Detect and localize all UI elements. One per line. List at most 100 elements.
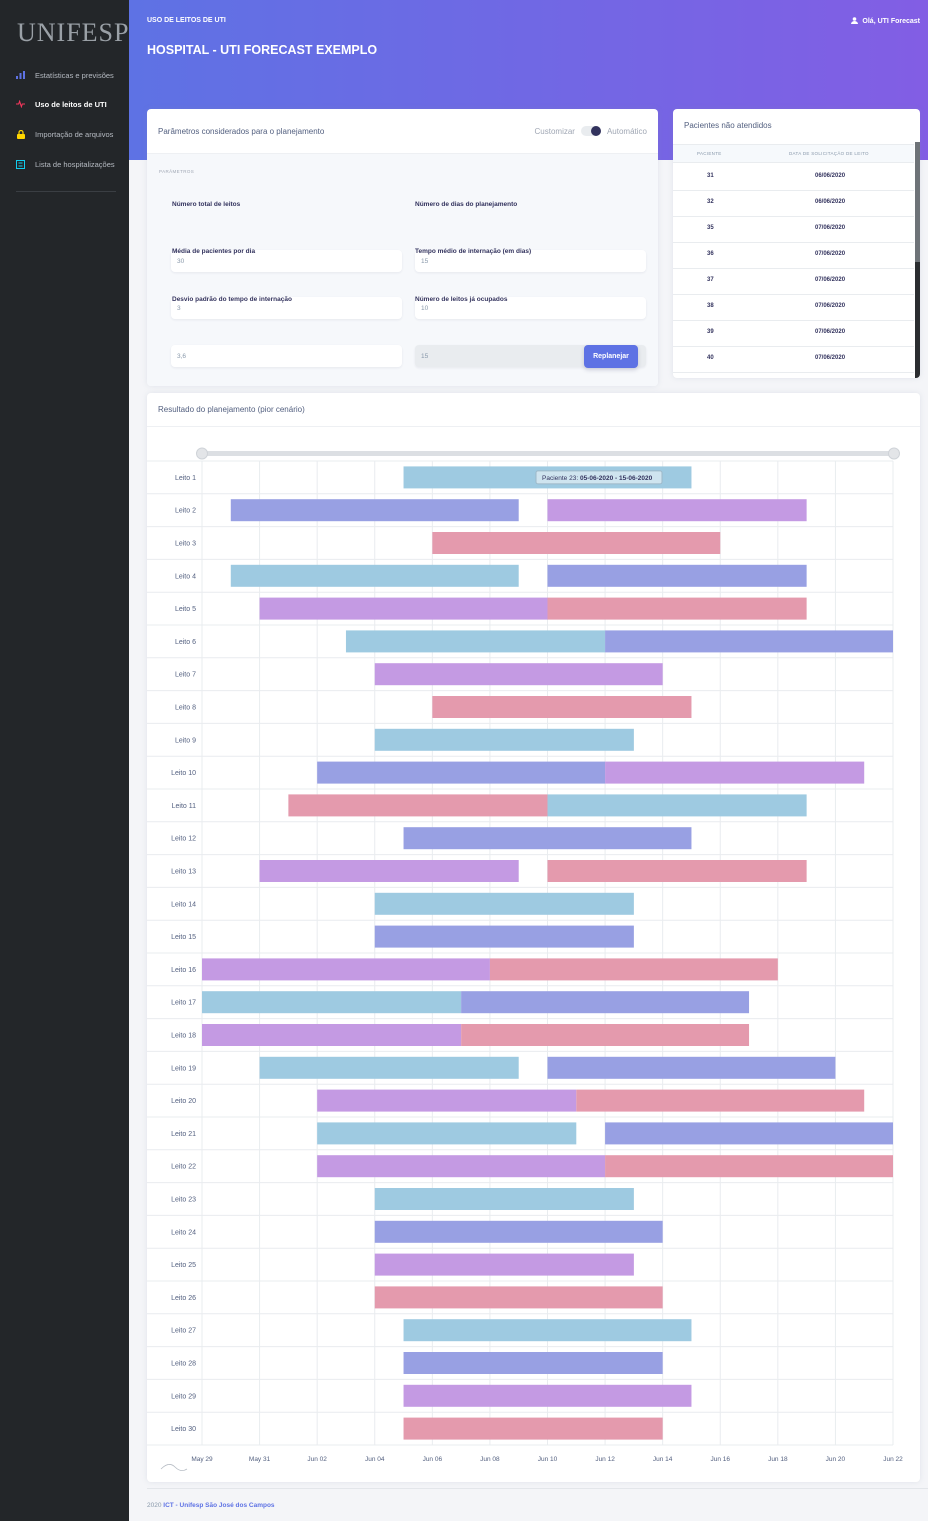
gantt-bar[interactable] [374, 728, 634, 751]
request-date: 07/06/2020 [815, 251, 846, 257]
x-tick-label: Jun 10 [538, 1456, 558, 1463]
gantt-bar[interactable] [432, 696, 692, 718]
gantt-bar[interactable] [403, 1417, 663, 1440]
gantt-bar[interactable] [317, 761, 606, 784]
range-slider-handle-start[interactable] [196, 447, 208, 460]
sidebar-item-estatisticas[interactable]: Estatísticas e previsões [0, 67, 129, 83]
gantt-bar[interactable] [374, 1220, 663, 1243]
gantt-bar[interactable] [605, 1122, 893, 1145]
sidebar-item-lista[interactable]: Lista de hospitalizações [0, 156, 129, 172]
gantt-bar[interactable] [230, 564, 519, 587]
gantt-bar[interactable] [547, 1056, 836, 1079]
toggle-label-automatico: Automático [606, 126, 647, 136]
gantt-bar[interactable] [489, 958, 778, 981]
gantt-bar[interactable] [317, 1089, 577, 1112]
params-section-label: PARÂMETROS [159, 169, 195, 174]
table-row[interactable]: 37 07/06/2020 [673, 268, 914, 295]
result-card: Resultado do planejamento (pior cenário)… [147, 393, 920, 1482]
row-label: Leito 4 [175, 573, 196, 580]
gantt-bar[interactable] [374, 925, 634, 948]
gantt-bar[interactable] [403, 1319, 692, 1342]
row-label: Leito 20 [171, 1098, 196, 1105]
patient-id: 36 [707, 251, 714, 257]
row-label: Leito 23 [171, 1197, 196, 1204]
x-tick-label: Jun 12 [595, 1456, 615, 1463]
sidebar-divider [16, 191, 116, 192]
params-card-title: Parâmetros considerados para o planejame… [158, 127, 325, 136]
sidebar-item-uso-leitos[interactable]: Uso de leitos de UTI [0, 96, 129, 112]
row-label: Leito 10 [171, 770, 196, 777]
gantt-bar[interactable] [432, 532, 721, 554]
gantt-bar[interactable] [374, 663, 663, 686]
table-row[interactable]: 31 06/06/2020 [673, 164, 914, 191]
desvio-padrao-input[interactable]: 3,6 [171, 345, 402, 367]
footer-link[interactable]: ICT - Unifesp São José dos Campos [163, 1502, 274, 1509]
patient-id: 35 [707, 225, 714, 231]
table-row[interactable]: 39 07/06/2020 [673, 320, 914, 347]
user-menu[interactable]: Olá, UTI Forecast [851, 17, 920, 26]
gantt-bar[interactable] [374, 1253, 634, 1276]
gantt-bar[interactable] [403, 1384, 692, 1407]
col-header-paciente: PACIENTE [697, 151, 722, 156]
gantt-bar[interactable] [230, 499, 519, 522]
row-label: Leito 17 [171, 1000, 196, 1007]
x-tick-label: Jun 14 [653, 1456, 673, 1463]
gantt-bar[interactable] [547, 564, 807, 587]
navigator-icon [160, 1464, 188, 1471]
x-tick-label: May 29 [191, 1456, 213, 1463]
gantt-bar[interactable] [547, 499, 807, 522]
gantt-bar[interactable] [576, 1089, 865, 1112]
gantt-bar[interactable] [202, 958, 490, 981]
x-tick-label: Jun 04 [365, 1456, 385, 1463]
gantt-bar[interactable] [547, 860, 807, 882]
user-icon [851, 17, 859, 26]
row-label: Leito 15 [171, 934, 196, 941]
gantt-bar[interactable] [259, 1056, 519, 1079]
table-row[interactable]: 40 07/06/2020 [673, 346, 914, 373]
x-tick-label: May 31 [249, 1456, 271, 1463]
replanejar-button[interactable]: Replanejar [584, 345, 638, 368]
gantt-bar[interactable] [345, 630, 606, 653]
gantt-bar[interactable] [317, 1155, 606, 1178]
mode-toggle[interactable] [580, 126, 601, 136]
gantt-bar[interactable] [461, 991, 750, 1014]
gantt-bar[interactable] [461, 1024, 750, 1046]
params-card-header: Parâmetros considerados para o planejame… [147, 109, 658, 154]
logo[interactable]: UNIFESP [17, 18, 129, 48]
gantt-bar[interactable] [202, 991, 462, 1014]
breadcrumb[interactable]: USO DE LEITOS DE UTI [147, 17, 226, 24]
gantt-bar[interactable] [605, 761, 865, 784]
sidebar-item-importacao[interactable]: Importação de arquivos [0, 126, 129, 142]
gantt-bar[interactable] [374, 1286, 663, 1309]
gantt-bar[interactable] [403, 1352, 663, 1374]
table-row[interactable]: 32 06/06/2020 [673, 190, 914, 217]
sidebar-item-label: Estatísticas e previsões [35, 70, 114, 80]
row-label: Leito 14 [171, 901, 196, 908]
gantt-bar[interactable] [374, 892, 634, 915]
gantt-bar[interactable] [317, 1122, 577, 1145]
table-row[interactable]: 35 07/06/2020 [673, 216, 914, 243]
table-row[interactable]: 36 07/06/2020 [673, 242, 914, 269]
scrollbar-thumb[interactable] [915, 142, 920, 262]
table-row[interactable]: 38 07/06/2020 [673, 294, 914, 321]
row-label: Leito 18 [171, 1033, 196, 1040]
gantt-bar[interactable] [374, 1188, 634, 1210]
row-label: Leito 1 [175, 475, 196, 482]
x-tick-label: Jun 20 [826, 1456, 846, 1463]
gantt-bar[interactable] [605, 630, 893, 653]
row-label: Leito 12 [171, 836, 196, 843]
range-slider-handle-end[interactable] [888, 447, 900, 460]
gantt-bar[interactable] [202, 1024, 462, 1046]
footer: 2020 ICT - Unifesp São José dos Campos [147, 1502, 275, 1509]
gantt-bar[interactable] [547, 597, 807, 620]
page-title: HOSPITAL - UTI FORECAST EXEMPLO [147, 43, 378, 57]
sidebar: UNIFESP Estatísticas e previsões Uso de … [0, 0, 129, 1521]
gantt-bar[interactable] [288, 794, 548, 817]
row-label: Leito 2 [175, 508, 196, 515]
gantt-bar[interactable] [259, 597, 548, 620]
gantt-bar[interactable] [403, 827, 692, 850]
gantt-bar[interactable] [605, 1155, 893, 1178]
request-date: 07/06/2020 [815, 225, 846, 231]
gantt-bar[interactable] [547, 794, 807, 817]
gantt-bar[interactable] [259, 860, 519, 882]
